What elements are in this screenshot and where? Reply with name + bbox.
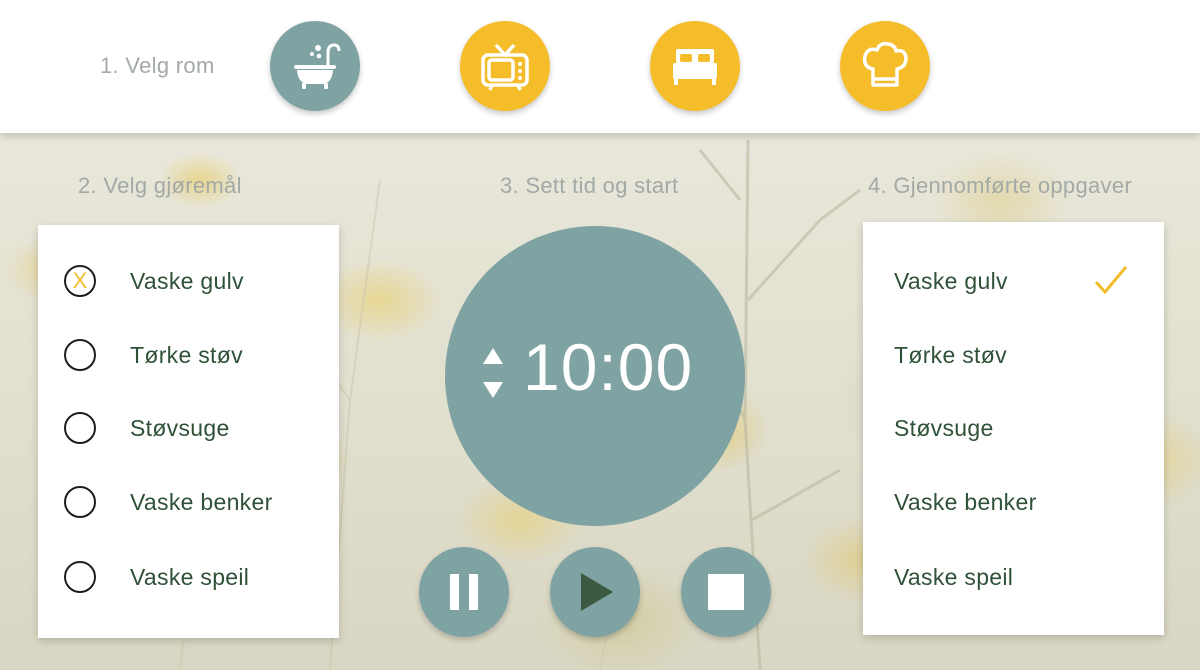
timer-display: 10:00 [445,226,745,526]
play-button[interactable] [550,547,640,637]
step-2-label: 2. Velg gjøremål [78,173,242,198]
pause-button[interactable] [419,547,509,637]
task-label: Vaske gulv [130,267,244,294]
increase-time-arrow-icon[interactable] [482,346,504,368]
decrease-time-arrow-icon[interactable] [482,378,504,400]
task-radio[interactable] [64,561,96,593]
pause-icon [450,574,478,610]
bed-icon [673,49,717,85]
completed-task-label: Vaske gulv [894,267,1008,294]
task-row[interactable]: Vaske benker [38,477,339,527]
task-list-card: X Vaske gulv Tørke støv Støvsuge Vaske b… [38,225,339,638]
task-radio[interactable] [64,412,96,444]
completed-task-label: Støvsuge [894,414,994,441]
x-mark-icon: X [72,268,88,293]
stop-icon [708,574,744,610]
completed-row: Vaske benker [863,477,1164,527]
timer-value: 10:00 [523,330,694,404]
completed-row: Vaske gulv [863,256,1164,306]
stop-button[interactable] [681,547,771,637]
task-row[interactable]: Støvsuge [38,403,339,453]
completed-row: Vaske speil [863,552,1164,602]
task-radio[interactable] [64,339,96,371]
completed-row: Tørke støv [863,330,1164,380]
step-4-label: 4. Gjennomførte oppgaver [868,173,1133,198]
task-radio-selected[interactable]: X [64,265,96,297]
checkmark-icon [1094,266,1128,295]
room-selection-bar: 1. Velg rom [0,0,1200,133]
completed-task-label: Vaske speil [894,563,1014,590]
task-label: Tørke støv [130,341,243,368]
chef-hat-icon [862,41,908,87]
completed-task-label: Vaske benker [894,488,1037,515]
completed-task-label: Tørke støv [894,341,1007,368]
step-1-label: 1. Velg rom [100,53,215,78]
completed-row: Støvsuge [863,403,1164,453]
completed-tasks-card: Vaske gulv Tørke støv Støvsuge Vaske ben… [863,222,1164,635]
room-bedroom-button[interactable] [650,21,740,111]
task-row[interactable]: X Vaske gulv [38,256,339,306]
task-label: Vaske speil [130,563,250,590]
bathtub-icon [294,43,341,89]
room-bathroom-button[interactable] [270,21,360,111]
play-icon [581,573,613,611]
task-row[interactable]: Vaske speil [38,552,339,602]
step-3-label: 3. Sett tid og start [500,173,679,198]
task-row[interactable]: Tørke støv [38,330,339,380]
room-kitchen-button[interactable] [840,21,930,111]
room-living-room-button[interactable] [460,21,550,111]
task-label: Vaske benker [130,488,273,515]
tv-icon [481,43,529,91]
task-label: Støvsuge [130,414,230,441]
task-radio[interactable] [64,486,96,518]
